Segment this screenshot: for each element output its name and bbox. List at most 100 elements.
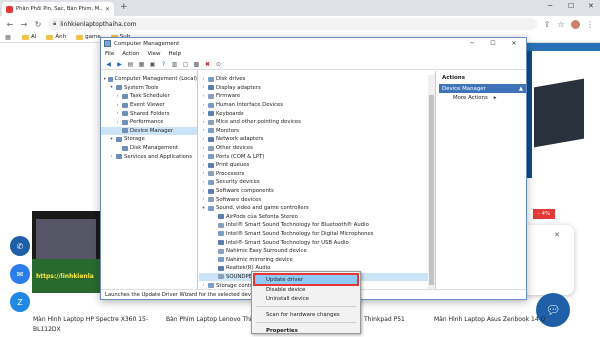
bookmark-folder[interactable]: game [76, 34, 101, 40]
address-bar[interactable]: 🔒︎ linhkienlaptopthaiha.com [48, 18, 537, 30]
menu-properties[interactable]: Properties [252, 326, 360, 335]
back-icon[interactable]: ← [6, 20, 14, 29]
product-caption[interactable]: Bàn Phím Laptop Lenovo Think [166, 316, 259, 323]
tree-item[interactable]: ▾ System Tools [101, 84, 197, 93]
menu-help[interactable]: Help [169, 51, 182, 57]
more-actions[interactable]: More Actions ▸ [439, 93, 526, 102]
tree-item[interactable]: › Security devices [199, 178, 435, 187]
properties-icon[interactable]: ▥ [171, 61, 178, 68]
expand-arrow-icon[interactable]: › [201, 197, 206, 202]
new-tab-icon[interactable]: + [120, 2, 128, 12]
expand-arrow-icon[interactable]: › [201, 180, 206, 185]
forward-icon[interactable]: → [20, 20, 28, 29]
download-icon[interactable]: ⊙ [215, 61, 222, 68]
expand-arrow-icon[interactable]: › [115, 120, 120, 125]
zalo-icon[interactable]: Z [10, 292, 30, 312]
tree-item[interactable]: › Services and Applications [101, 152, 197, 161]
expand-arrow-icon[interactable]: ▾ [103, 77, 106, 82]
expand-arrow-icon[interactable]: › [201, 171, 206, 176]
minimize-icon[interactable]: ─ [548, 2, 552, 10]
bookmark-folder[interactable]: Ảnh [46, 34, 66, 40]
vertical-scrollbar[interactable] [428, 75, 435, 289]
expand-arrow-icon[interactable]: ▾ [109, 137, 114, 142]
tree-item[interactable]: › Monitors [199, 127, 435, 136]
scrollbar-thumb[interactable] [429, 95, 434, 285]
apps-icon[interactable]: ▦ [4, 34, 12, 41]
expand-arrow-icon[interactable]: › [201, 94, 206, 99]
expand-arrow-icon[interactable]: › [201, 189, 206, 194]
tree-item[interactable]: › Event Viewer [101, 101, 197, 110]
up-icon[interactable]: ▤ [127, 61, 134, 68]
promo-banner[interactable] [526, 43, 600, 178]
tree-item[interactable]: › Processors [199, 170, 435, 179]
product-caption[interactable]: Màn Hình Laptop Asus Zenbook 14 Q [434, 316, 545, 323]
tree-item[interactable]: › Network adapters [199, 135, 435, 144]
tree-item[interactable]: › Software components [199, 187, 435, 196]
tree-item[interactable]: › Mice and other pointing devices [199, 118, 435, 127]
expand-arrow-icon[interactable]: › [201, 111, 206, 116]
expand-arrow-icon[interactable]: › [201, 77, 206, 82]
expand-arrow-icon[interactable]: › [201, 85, 206, 90]
expand-arrow-icon[interactable]: ▾ [109, 85, 114, 90]
tree-item[interactable]: Nahimic Easy Surround device [199, 247, 435, 256]
product-image[interactable]: https://linhkienla [32, 211, 102, 293]
more-icon[interactable]: ⋮ [586, 20, 594, 29]
tree-item[interactable]: Intel® Smart Sound Technology for Digita… [199, 230, 435, 239]
help-icon[interactable]: ? [160, 61, 167, 68]
tree-item[interactable]: Nahimic mirroring device [199, 255, 435, 264]
scan-icon[interactable]: ▢ [182, 61, 189, 68]
collapse-icon[interactable]: ▲ [519, 86, 523, 92]
actions-device-manager[interactable]: Device Manager ▲ [439, 84, 526, 93]
bookmark-folder[interactable]: AI [22, 34, 36, 40]
menu-update-driver[interactable]: Update driver [253, 273, 359, 286]
star-icon[interactable]: ☆ [557, 20, 565, 29]
console-tree-icon[interactable]: ▦ [138, 61, 145, 68]
close-icon[interactable]: ✕ [105, 6, 110, 13]
messenger-icon[interactable]: ✉ [10, 264, 30, 284]
tree-item[interactable]: Intel® Smart Sound Technology for USB Au… [199, 238, 435, 247]
expand-arrow-icon[interactable]: › [201, 154, 206, 159]
update-driver-icon[interactable]: ▩ [193, 61, 200, 68]
menu-action[interactable]: Action [122, 51, 139, 57]
close-icon[interactable]: ✕ [505, 40, 523, 47]
expand-arrow-icon[interactable]: › [115, 111, 120, 116]
tree-item[interactable]: AirPods của Sefonta Stereo [199, 213, 435, 222]
tree-item[interactable]: › Shared Folders [101, 109, 197, 118]
expand-arrow-icon[interactable]: › [115, 94, 120, 99]
expand-arrow-icon[interactable]: › [201, 163, 206, 168]
menu-file[interactable]: File [105, 51, 114, 57]
share-icon[interactable]: ⇪ [543, 20, 551, 29]
reload-icon[interactable]: ↻ [34, 20, 42, 29]
window-title-bar[interactable]: Computer Management ─ ☐ ✕ [101, 38, 526, 49]
uninstall-icon[interactable]: ✖ [204, 61, 211, 68]
expand-arrow-icon[interactable]: › [115, 103, 120, 108]
menu-scan-hardware[interactable]: Scan for hardware changes [252, 310, 360, 319]
expand-arrow-icon[interactable]: › [201, 120, 206, 125]
expand-arrow-icon[interactable]: ▾ [201, 206, 206, 211]
expand-arrow-icon[interactable]: › [201, 128, 206, 133]
tree-item[interactable]: Intel® Smart Sound Technology for Blueto… [199, 221, 435, 230]
close-icon[interactable]: ✕ [554, 231, 560, 239]
tree-item[interactable]: ▾ Storage [101, 135, 197, 144]
forward-icon[interactable]: ▶ [116, 61, 123, 68]
tree-item[interactable]: › Disk drives [199, 75, 435, 84]
tree-item[interactable]: › Keyboards [199, 109, 435, 118]
tree-item[interactable]: ▾ Sound, video and game controllers [199, 204, 435, 213]
tree-item[interactable]: ▾ Computer Management (Local) [101, 75, 197, 84]
tree-item[interactable]: › Performance [101, 118, 197, 127]
menu-view[interactable]: View [147, 51, 160, 57]
tree-item[interactable]: › Display adapters [199, 84, 435, 93]
expand-arrow-icon[interactable]: › [201, 146, 206, 151]
product-caption[interactable]: Màn Hình Laptop HP Spectre X360 15- [33, 316, 148, 323]
tree-item[interactable]: › Firmware [199, 92, 435, 101]
menu-disable-device[interactable]: Disable device [252, 285, 360, 294]
tree-item[interactable]: Device Manager [101, 126, 197, 136]
maximize-icon[interactable]: ☐ [568, 2, 574, 10]
tree-item[interactable]: › Other devices [199, 144, 435, 153]
tree-item[interactable]: › Print queues [199, 161, 435, 170]
expand-arrow-icon[interactable]: › [201, 283, 206, 288]
product-caption[interactable]: Thinkpad P51 [364, 316, 405, 323]
expand-arrow-icon[interactable]: › [201, 137, 206, 142]
tree-item[interactable]: › Task Scheduler [101, 92, 197, 101]
phone-icon[interactable]: ✆ [10, 236, 30, 256]
